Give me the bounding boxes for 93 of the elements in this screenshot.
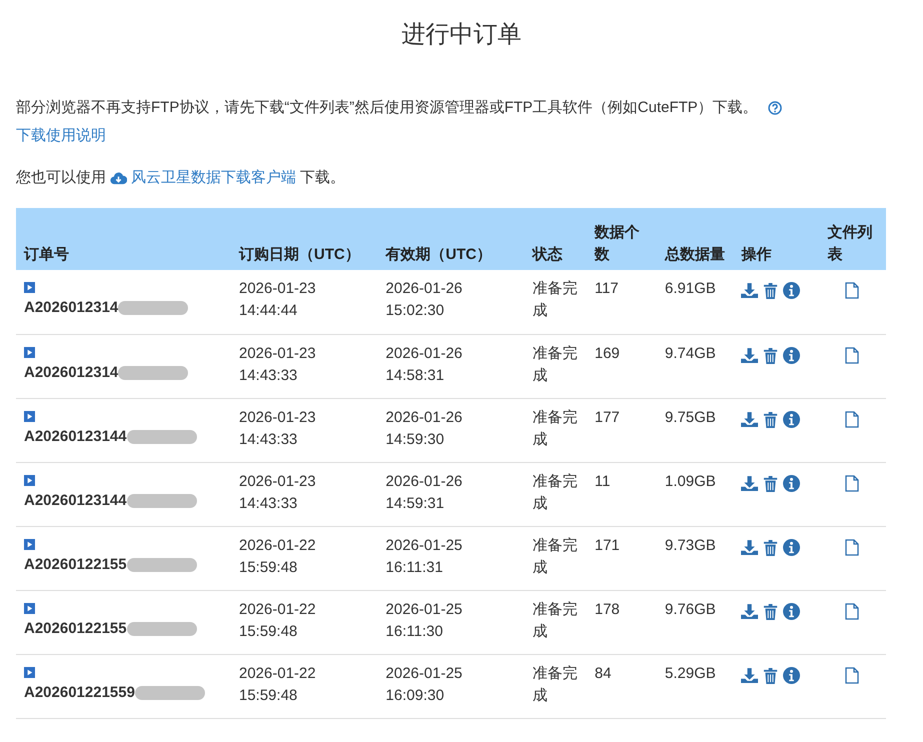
client-link[interactable]: 风云卫星数据下载客户端: [131, 168, 296, 188]
download-icon[interactable]: [741, 666, 758, 684]
data-size: 6.91GB: [664, 280, 716, 297]
help-icon[interactable]: [768, 101, 782, 115]
column-header: 状态: [524, 208, 587, 270]
expand-icon[interactable]: [24, 346, 35, 358]
data-size: 9.74GB: [664, 344, 716, 362]
order-number: A2026012314: [24, 362, 118, 382]
download-icon[interactable]: [741, 282, 758, 299]
info-icon[interactable]: [783, 346, 800, 364]
expiry-date: 2026-01-26 14:58:31: [386, 344, 462, 384]
expiry-date: 2026-01-26 15:02:30: [386, 280, 462, 319]
status-text: 准备完成: [532, 664, 578, 704]
column-header: 数据个数: [586, 208, 657, 270]
trash-icon[interactable]: [762, 538, 780, 556]
order-number: A20260123144: [24, 426, 127, 446]
column-header: 总数据量: [656, 208, 734, 270]
trash-icon[interactable]: [762, 282, 780, 299]
trash-icon[interactable]: [762, 666, 780, 684]
column-header: 订购日期（UTC）: [230, 208, 378, 270]
order-date: 2026-01-22 15:59:48: [238, 536, 316, 576]
data-count: 169: [594, 344, 620, 362]
info-icon[interactable]: [783, 602, 800, 620]
data-size: 9.73GB: [664, 536, 716, 554]
client-text: 下载。: [300, 168, 345, 188]
file-icon[interactable]: [844, 666, 859, 684]
status-text: 准备完成: [532, 536, 578, 576]
download-icon[interactable]: [741, 538, 758, 556]
trash-icon[interactable]: [762, 346, 780, 364]
data-count: 11: [594, 472, 610, 490]
file-icon[interactable]: [844, 474, 859, 492]
download-icon[interactable]: [741, 602, 758, 620]
data-size: 9.75GB: [664, 408, 716, 426]
column-header: 订单号: [16, 208, 231, 270]
expand-icon[interactable]: [24, 538, 35, 550]
data-size: 5.29GB: [664, 664, 716, 682]
data-count: 178: [594, 600, 620, 618]
order-date: 2026-01-23 14:44:44: [238, 280, 316, 319]
status-text: 准备完成: [532, 344, 578, 384]
info-icon[interactable]: [783, 474, 800, 492]
status-text: 准备完成: [532, 600, 578, 640]
page-title: 进行中订单: [400, 20, 522, 50]
file-icon[interactable]: [844, 282, 859, 299]
info-icon[interactable]: [783, 410, 800, 428]
order-date: 2026-01-23 14:43:33: [238, 408, 316, 448]
trash-icon[interactable]: [762, 602, 780, 620]
column-header: 操作: [733, 208, 820, 270]
expiry-date: 2026-01-25 16:11:31: [386, 536, 462, 576]
data-count: 177: [594, 408, 620, 426]
column-header: 有效期（UTC）: [378, 208, 524, 270]
order-number: A2026012314: [24, 298, 118, 318]
order-date: 2026-01-23 14:43:33: [238, 344, 316, 384]
order-number: A20260122155: [24, 554, 127, 574]
order-number: A20260122155: [24, 618, 127, 638]
expand-icon[interactable]: [24, 410, 35, 422]
expand-icon[interactable]: [24, 474, 35, 486]
data-count: 171: [594, 536, 620, 554]
data-size: 1.09GB: [664, 472, 716, 490]
expiry-date: 2026-01-25 16:09:30: [386, 664, 462, 704]
trash-icon[interactable]: [762, 474, 780, 492]
download-icon[interactable]: [741, 410, 758, 428]
order-date: 2026-01-22 15:59:48: [238, 664, 316, 704]
cloud-download-icon: [110, 172, 127, 184]
data-count: 117: [594, 280, 619, 297]
expiry-date: 2026-01-26 14:59:30: [386, 408, 462, 448]
status-text: 准备完成: [532, 280, 578, 319]
download-icon[interactable]: [741, 474, 758, 492]
column-header: 文件列表: [820, 208, 886, 270]
data-size: 9.76GB: [664, 600, 716, 618]
trash-icon[interactable]: [762, 410, 780, 428]
order-date: 2026-01-22 15:59:48: [238, 600, 316, 640]
download-icon[interactable]: [741, 346, 758, 364]
help-link[interactable]: 下载使用说明: [16, 126, 106, 146]
expiry-date: 2026-01-25 16:11:30: [386, 600, 462, 640]
file-icon[interactable]: [844, 602, 859, 620]
expiry-date: 2026-01-26 14:59:31: [386, 472, 462, 512]
info-icon[interactable]: [783, 666, 800, 684]
info-icon[interactable]: [783, 282, 800, 299]
expand-icon[interactable]: [24, 666, 35, 678]
info-icon[interactable]: [783, 538, 800, 556]
status-text: 准备完成: [532, 472, 578, 512]
client-text: 您也可以使用: [16, 168, 106, 188]
expand-icon[interactable]: [24, 602, 35, 614]
notice-text: 部分浏览器不再支持FTP协议，请先下载“文件列表”然后使用资源管理器或FTP工具软件（例如CuteFTP）下载。: [16, 98, 758, 118]
status-text: 准备完成: [532, 408, 578, 448]
file-icon[interactable]: [844, 410, 859, 428]
expand-icon[interactable]: [24, 282, 35, 293]
order-date: 2026-01-23 14:43:33: [238, 472, 316, 512]
file-icon[interactable]: [844, 538, 859, 556]
data-count: 84: [594, 664, 612, 682]
order-number: A20260123144: [24, 490, 127, 510]
order-number: A202601221559: [24, 682, 135, 702]
file-icon[interactable]: [844, 346, 859, 364]
